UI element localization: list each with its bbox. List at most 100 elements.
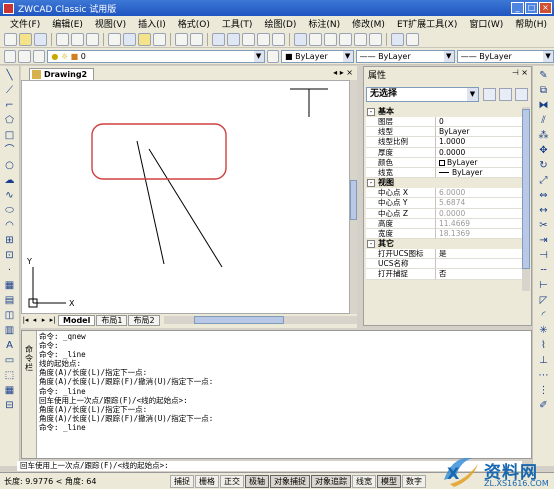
break-at-point-icon[interactable]: ⊣ [538, 250, 550, 262]
category-general[interactable]: - 基本 [366, 107, 522, 117]
polar-toggle[interactable]: 极轴 [245, 474, 269, 488]
mtext-icon[interactable]: A [4, 340, 16, 352]
scale-icon[interactable]: ⤢ [538, 175, 550, 187]
align-icon[interactable]: ⊥ [538, 355, 550, 367]
scrollbar-thumb[interactable] [522, 109, 530, 269]
array-icon[interactable]: ⁂ [538, 130, 550, 142]
canvas-horizontal-scrollbar[interactable] [163, 316, 357, 324]
property-row[interactable]: 高度 11.4669 [366, 218, 522, 229]
property-row[interactable]: 颜色 ByLayer [366, 157, 522, 168]
category-view[interactable]: - 视图 [366, 178, 522, 189]
first-tab-icon[interactable]: |◂ [21, 315, 30, 325]
property-row[interactable]: 线型比例 1.0000 [366, 137, 522, 148]
polyline-icon[interactable]: ⌐ [4, 100, 16, 112]
explode-icon[interactable]: ✳ [538, 325, 550, 337]
pan-icon[interactable] [212, 32, 225, 46]
snap-toggle[interactable]: 捕捉 [170, 474, 194, 488]
menu-window[interactable]: 窗口(W) [463, 17, 509, 30]
menu-dimension[interactable]: 标注(N) [302, 17, 346, 30]
ortho-toggle[interactable]: 正交 [220, 474, 244, 488]
tool-palette-icon[interactable] [324, 32, 337, 46]
property-row[interactable]: 宽度 18.1369 [366, 228, 522, 240]
layer-previous-icon[interactable] [18, 49, 31, 63]
menu-view[interactable]: 视图(V) [89, 17, 132, 30]
tab-next-icon[interactable]: ▸ [340, 68, 344, 77]
property-row[interactable]: 中心点 Y 5.6874 [366, 198, 522, 209]
tab-prev-icon[interactable]: ◂ [333, 68, 337, 77]
undo-icon[interactable] [175, 32, 188, 46]
wipeout-icon[interactable]: ▭ [4, 355, 16, 367]
revision-cloud-icon[interactable]: ☁ [4, 175, 16, 187]
move-icon[interactable]: ✥ [538, 145, 550, 157]
maximize-button[interactable]: □ [525, 2, 538, 14]
make-block-icon[interactable]: ⊡ [4, 250, 16, 262]
copy-object-icon[interactable]: ⧉ [538, 85, 550, 97]
polygon-icon[interactable]: ⬠ [4, 115, 16, 127]
otrack-toggle[interactable]: 对象追踪 [311, 474, 351, 488]
zoom-previous-icon[interactable] [257, 32, 270, 46]
divide-icon[interactable]: ⋯ [538, 370, 550, 382]
offset-icon[interactable]: ⫽ [538, 115, 550, 127]
color-dropdown[interactable]: ■ ByLayer ▼ [281, 49, 354, 63]
block-editor-icon[interactable] [339, 32, 352, 46]
trim-icon[interactable]: ✂ [538, 220, 550, 232]
close-button[interactable]: × [539, 2, 552, 14]
doc-close-icon[interactable]: × [346, 68, 353, 77]
rotate-icon[interactable]: ↻ [538, 160, 550, 172]
osnap-toggle[interactable]: 对象捕捉 [270, 474, 310, 488]
zoom-extents-icon[interactable] [272, 32, 285, 46]
next-tab-icon[interactable]: ▸ [39, 315, 48, 325]
layer-to-current-icon[interactable] [266, 49, 280, 63]
layer-dropdown[interactable]: ● ☼ ■ 0 ▼ [47, 49, 265, 63]
cut-icon[interactable] [108, 32, 121, 46]
property-row[interactable]: 厚度 0.0000 [366, 147, 522, 158]
minimize-button[interactable]: _ [511, 2, 524, 14]
tab-layout2[interactable]: 布局2 [128, 314, 160, 326]
grid-table-icon[interactable]: ▦ [4, 385, 16, 397]
selection-dropdown[interactable]: 无选择 ▼ [366, 87, 479, 102]
ellipse-icon[interactable]: ⬭ [4, 205, 16, 217]
lengthen-icon[interactable]: ↔ [538, 205, 550, 217]
print-icon[interactable] [56, 32, 69, 46]
point-icon[interactable]: · [4, 265, 16, 277]
attribute-icon[interactable]: ⊟ [4, 400, 16, 412]
property-row[interactable]: 图层 0 [366, 117, 522, 128]
print-preview-icon[interactable] [71, 32, 84, 46]
model-toggle[interactable]: 模型 [377, 474, 401, 488]
property-row[interactable]: 线型 ByLayer [366, 127, 522, 138]
new-icon[interactable] [4, 32, 17, 46]
menu-edit[interactable]: 编辑(E) [46, 17, 89, 30]
panel-close-icon[interactable]: × [521, 68, 528, 77]
tab-layout1[interactable]: 布局1 [96, 314, 128, 326]
chamfer-icon[interactable]: ◸ [538, 295, 550, 307]
canvas-vertical-scrollbar[interactable] [350, 80, 357, 314]
mirror-icon[interactable]: ⧓ [538, 100, 550, 112]
select-objects-icon[interactable] [499, 88, 512, 101]
property-row[interactable]: 中心点 X 6.0000 [366, 188, 522, 199]
linetype-dropdown[interactable]: —— ByLayer ▼ [355, 49, 455, 63]
open-icon[interactable] [19, 32, 32, 46]
property-row[interactable]: 打开UCS图标是 [366, 249, 522, 260]
menu-tools[interactable]: 工具(T) [216, 17, 259, 30]
redo-icon[interactable] [190, 32, 203, 46]
menu-modify[interactable]: 修改(M) [346, 17, 391, 30]
save-icon[interactable] [34, 32, 47, 46]
construction-line-icon[interactable]: ⟋ [4, 85, 16, 97]
insert-block-icon[interactable]: ⊞ [4, 235, 16, 247]
pedit-icon[interactable]: ⌇ [538, 340, 550, 352]
menu-draw[interactable]: 绘图(D) [258, 17, 302, 30]
break-icon[interactable]: ╌ [538, 265, 550, 277]
quick-select-icon[interactable] [515, 88, 528, 101]
help-icon[interactable] [406, 32, 419, 46]
grid-toggle[interactable]: 栅格 [195, 474, 219, 488]
spline-icon[interactable]: ∿ [4, 190, 16, 202]
property-row[interactable]: UCS名称 [366, 259, 522, 270]
tab-model[interactable]: Model [58, 314, 96, 326]
scrollbar-thumb[interactable] [193, 316, 284, 324]
scrollbar-thumb[interactable] [350, 180, 357, 220]
properties-scrollbar[interactable] [522, 107, 530, 291]
join-icon[interactable]: ⊢ [538, 280, 550, 292]
stretch-icon[interactable]: ⇔ [538, 190, 550, 202]
toggle-pickadd-icon[interactable] [483, 88, 496, 101]
menu-help[interactable]: 帮助(H) [509, 17, 553, 30]
